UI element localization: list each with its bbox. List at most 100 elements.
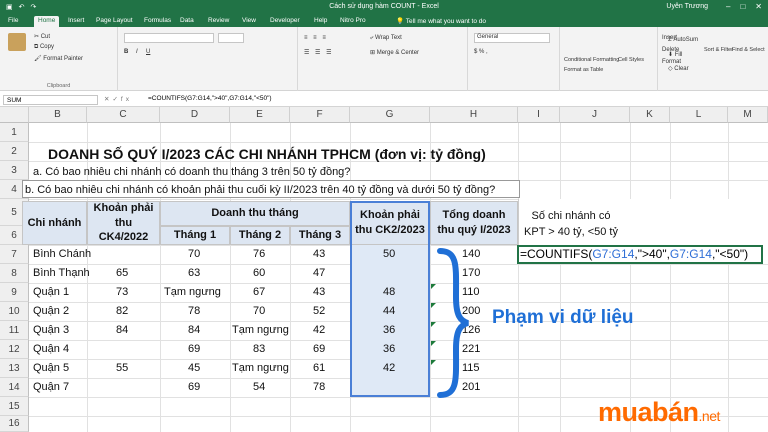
tab-data[interactable]: Data: [176, 16, 198, 27]
formula-input[interactable]: =COUNTIFS(G7:G14,">40",G7:G14,"<50"): [148, 95, 272, 102]
format-painter-button[interactable]: 🖌 Format Painter: [34, 55, 83, 62]
cell-e14[interactable]: 54: [253, 382, 265, 393]
conditional-formatting-button[interactable]: Conditional Formatting: [564, 57, 619, 63]
row-header-13[interactable]: 13: [0, 359, 29, 378]
autosum-button[interactable]: Σ AutoSum: [668, 37, 698, 43]
cell-g11[interactable]: 36: [383, 325, 395, 336]
currency-button[interactable]: $ % ,: [474, 49, 488, 55]
row-header-12[interactable]: 12: [0, 340, 29, 359]
cell-b12[interactable]: Quận 4: [33, 344, 69, 355]
tab-formulas[interactable]: Formulas: [140, 16, 175, 27]
column-header-i[interactable]: I: [518, 107, 560, 123]
row-header-2[interactable]: 2: [0, 142, 29, 161]
cell-b11[interactable]: Quận 3: [33, 325, 69, 336]
bold-button[interactable]: B: [124, 49, 128, 55]
cut-button[interactable]: ✂ Cut: [34, 33, 50, 40]
cell-b8[interactable]: Bình Thạnh: [33, 268, 90, 279]
tab-help[interactable]: Help: [310, 16, 331, 27]
column-header-f[interactable]: F: [290, 107, 350, 123]
cell-f12[interactable]: 69: [313, 344, 325, 355]
enter-icon[interactable]: ✓: [112, 96, 120, 103]
minimize-icon[interactable]: –: [726, 2, 730, 11]
cell-d12[interactable]: 69: [188, 344, 200, 355]
row-header-14[interactable]: 14: [0, 378, 29, 397]
cell-e13[interactable]: Tạm ngưng: [232, 363, 289, 374]
cell-d7[interactable]: 70: [188, 249, 200, 260]
column-header-c[interactable]: C: [87, 107, 160, 123]
close-icon[interactable]: ✕: [755, 2, 762, 11]
column-header-j[interactable]: J: [560, 107, 630, 123]
cell-e7[interactable]: 76: [253, 249, 265, 260]
cell-b7[interactable]: Bình Chánh: [33, 249, 91, 260]
tab-page-layout[interactable]: Page Layout: [92, 16, 137, 27]
font-size-select[interactable]: [218, 33, 244, 43]
cell-e12[interactable]: 83: [253, 344, 265, 355]
fill-button[interactable]: ⬇ Fill: [668, 51, 682, 58]
cell-c13[interactable]: 55: [116, 363, 128, 374]
cell-d9[interactable]: Tạm ngưng: [164, 287, 221, 298]
cell-f11[interactable]: 42: [313, 325, 325, 336]
cell-f9[interactable]: 43: [313, 287, 325, 298]
cell-styles-button[interactable]: Cell Styles: [618, 57, 644, 63]
formula-ref-range-1[interactable]: G7:G14: [592, 247, 634, 261]
column-header-l[interactable]: L: [670, 107, 728, 123]
row-header-8[interactable]: 8: [0, 264, 29, 283]
column-header-g[interactable]: G: [350, 107, 430, 123]
cell-e11[interactable]: Tạm ngưng: [232, 325, 289, 336]
cell-g7[interactable]: 50: [383, 249, 395, 260]
worksheet-grid[interactable]: B C D E F G H I J K L M 1 2 3 4 5 6 7 8 …: [0, 107, 768, 432]
cell-f14[interactable]: 78: [313, 382, 325, 393]
cell-d11[interactable]: 84: [188, 325, 200, 336]
number-format-select[interactable]: General: [474, 33, 550, 43]
row-header-15[interactable]: 15: [0, 397, 29, 416]
cell-c9[interactable]: 73: [116, 287, 128, 298]
cell-f8[interactable]: 47: [313, 268, 325, 279]
paste-icon[interactable]: [8, 33, 26, 51]
align-h-buttons[interactable]: ☰ ☰ ☰: [304, 49, 333, 56]
cell-f13[interactable]: 61: [313, 363, 325, 374]
cell-e9[interactable]: 67: [253, 287, 265, 298]
row-header-3[interactable]: 3: [0, 161, 29, 180]
tab-insert[interactable]: Insert: [64, 16, 88, 27]
cell-g10[interactable]: 44: [383, 306, 395, 317]
clear-button[interactable]: ◇ Clear: [668, 65, 689, 72]
cell-d14[interactable]: 69: [188, 382, 200, 393]
merge-center-button[interactable]: ⊞ Merge & Center: [370, 49, 419, 56]
row-header-1[interactable]: 1: [0, 123, 29, 142]
cell-e10[interactable]: 70: [253, 306, 265, 317]
tab-developer[interactable]: Developer: [266, 16, 304, 27]
row-header-11[interactable]: 11: [0, 321, 29, 340]
find-select-button[interactable]: Find & Select: [732, 47, 765, 53]
row-header-7[interactable]: 7: [0, 245, 29, 264]
format-as-table-button[interactable]: Format as Table: [564, 67, 603, 73]
cell-e8[interactable]: 60: [253, 268, 265, 279]
cell-g9[interactable]: 48: [383, 287, 395, 298]
column-header-d[interactable]: D: [160, 107, 230, 123]
column-header-m[interactable]: M: [728, 107, 768, 123]
cell-f7[interactable]: 43: [313, 249, 325, 260]
cell-b10[interactable]: Quận 2: [33, 306, 69, 317]
cell-d13[interactable]: 45: [188, 363, 200, 374]
column-header-e[interactable]: E: [230, 107, 290, 123]
cell-c10[interactable]: 82: [116, 306, 128, 317]
row-header-9[interactable]: 9: [0, 283, 29, 302]
cell-b14[interactable]: Quận 7: [33, 382, 69, 393]
column-header-b[interactable]: B: [29, 107, 87, 123]
cell-b9[interactable]: Quận 1: [33, 287, 69, 298]
italic-button[interactable]: I: [136, 49, 138, 55]
align-buttons[interactable]: ≡ ≡ ≡: [304, 35, 328, 41]
fx-icon[interactable]: fx: [121, 96, 132, 103]
underline-button[interactable]: U: [146, 49, 150, 55]
font-name-select[interactable]: [124, 33, 214, 43]
cell-c11[interactable]: 84: [116, 325, 128, 336]
formula-edit-cell[interactable]: =COUNTIFS(G7:G14,">40",G7:G14,"<50"): [517, 245, 763, 264]
user-name[interactable]: Uyên Trương: [666, 3, 708, 10]
tab-file[interactable]: File: [4, 16, 22, 27]
column-header-k[interactable]: K: [630, 107, 670, 123]
copy-button[interactable]: ⧉ Copy: [34, 44, 54, 51]
maximize-icon[interactable]: □: [740, 2, 745, 11]
tab-view[interactable]: View: [238, 16, 260, 27]
row-header-10[interactable]: 10: [0, 302, 29, 321]
cell-d8[interactable]: 63: [188, 268, 200, 279]
formula-ref-range-2[interactable]: G7:G14: [670, 247, 712, 261]
